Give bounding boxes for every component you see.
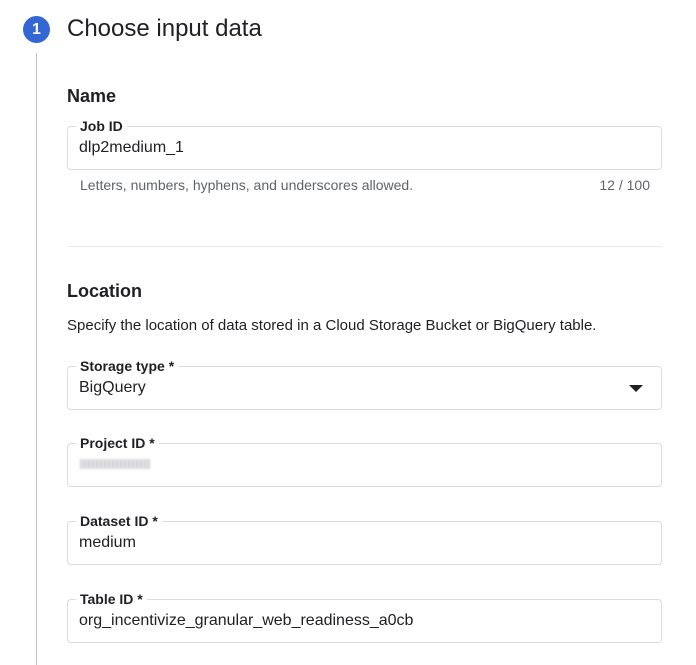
stepper-connector-line	[36, 53, 37, 665]
triangle-down-icon[interactable]	[629, 385, 643, 392]
project-id-label: Project ID *	[76, 434, 159, 452]
storage-type-value[interactable]: BigQuery	[79, 378, 146, 398]
table-id-field[interactable]: Table ID * org_incentivize_granular_web_…	[67, 590, 662, 643]
job-id-value[interactable]: dlp2medium_1	[79, 138, 184, 158]
storage-type-select[interactable]: Storage type * BigQuery	[67, 357, 662, 410]
step-title: Choose input data	[67, 15, 262, 42]
job-id-helper-text: Letters, numbers, hyphens, and underscor…	[80, 177, 414, 193]
dataset-id-field[interactable]: Dataset ID * medium	[67, 512, 662, 565]
project-id-field[interactable]: Project ID *	[67, 434, 662, 487]
table-id-label: Table ID *	[76, 590, 147, 608]
job-id-label: Job ID	[76, 117, 127, 135]
redacted-project-id-value	[80, 459, 150, 469]
job-id-field[interactable]: Job ID dlp2medium_1	[67, 117, 662, 170]
storage-type-label: Storage type *	[76, 357, 179, 375]
table-id-value[interactable]: org_incentivize_granular_web_readiness_a…	[79, 611, 413, 631]
choose-input-data-step: 1 Choose input data Name Job ID dlp2medi…	[0, 0, 696, 665]
location-section-heading: Location	[67, 281, 142, 301]
name-section-heading: Name	[67, 86, 117, 106]
job-id-character-counter: 12 / 100	[599, 177, 650, 193]
section-divider	[67, 246, 662, 247]
location-description: Specify the location of data stored in a…	[67, 317, 597, 334]
dataset-id-value[interactable]: medium	[79, 533, 136, 553]
step-number-badge: 1	[23, 16, 50, 43]
dataset-id-label: Dataset ID *	[76, 512, 162, 530]
